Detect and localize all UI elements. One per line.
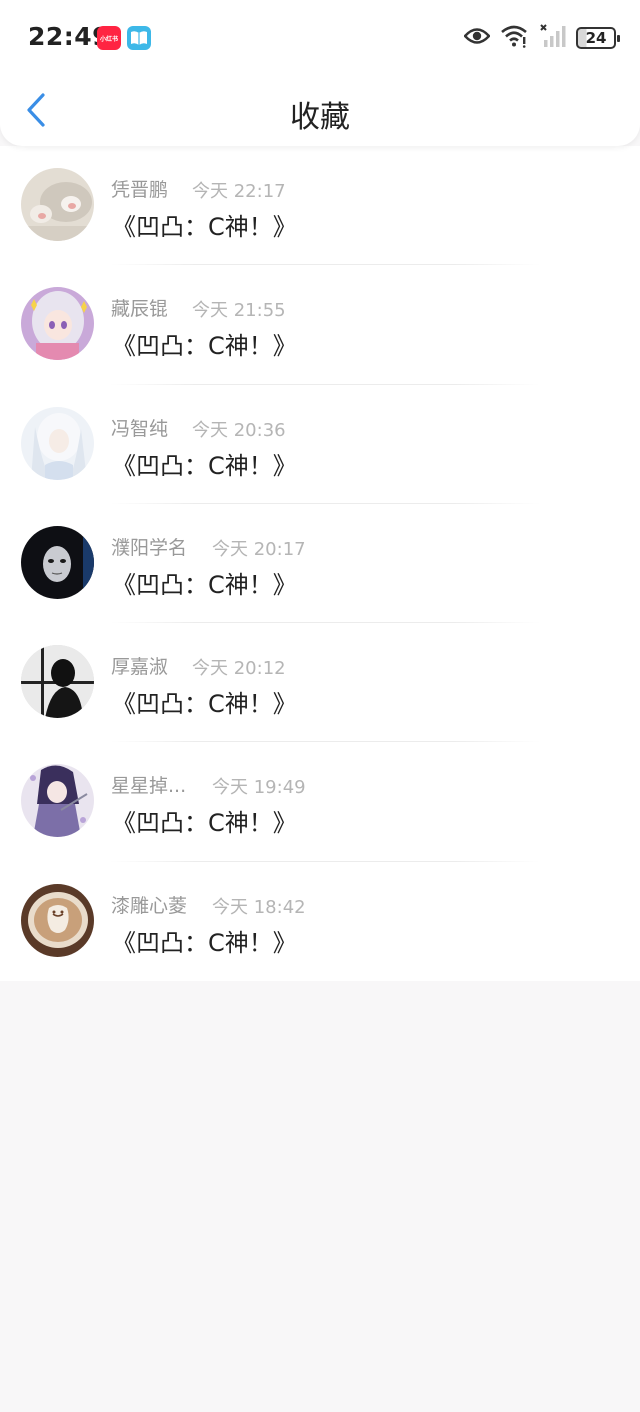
book-app-icon (127, 26, 151, 50)
avatar[interactable] (21, 406, 94, 480)
avatar[interactable] (21, 287, 94, 361)
status-bar: 22:49 小红书 24 (0, 0, 640, 76)
header: 22:49 小红书 24 收藏 (0, 0, 640, 146)
timestamp: 今天 18:42 (212, 896, 306, 918)
message-text: 《凹凸：C神！》 (112, 451, 297, 480)
favorites-list: 凭晋鹏 今天 22:17 《凹凸：C神！》 藏辰锟 今天 21:55 《凹凸：C… (0, 146, 640, 982)
avatar[interactable] (21, 645, 94, 719)
user-name: 厚嘉淑 (111, 656, 169, 679)
message-text: 《凹凸：C神！》 (112, 928, 297, 957)
user-name: 星星掉... (111, 775, 187, 798)
message-text: 《凹凸：C神！》 (112, 809, 297, 838)
user-name: 凭晋鹏 (111, 179, 169, 201)
user-name: 冯智纯 (111, 417, 169, 440)
xiaohongshu-icon-label: 小红书 (99, 35, 118, 43)
avatar[interactable] (21, 883, 94, 957)
timestamp: 今天 20:17 (212, 538, 306, 560)
user-name: 漆雕心菱 (111, 894, 188, 917)
timestamp: 今天 22:17 (192, 181, 286, 202)
eye-icon (463, 27, 491, 49)
list-item[interactable]: 厚嘉淑 今天 20:12 《凹凸：C神！》 (0, 623, 640, 743)
status-icons: 24 (463, 24, 620, 52)
signal-icon (540, 24, 566, 52)
avatar[interactable] (21, 764, 94, 838)
nav-bar: 收藏 (0, 76, 640, 146)
user-name: 濮阳学名 (111, 536, 188, 559)
battery-icon: 24 (576, 27, 620, 49)
timestamp: 今天 20:12 (192, 658, 286, 680)
user-name: 藏辰锟 (111, 298, 169, 321)
wifi-icon (500, 24, 530, 52)
list-item[interactable]: 藏辰锟 今天 21:55 《凹凸：C神！》 (0, 265, 640, 385)
avatar[interactable] (21, 525, 94, 599)
timestamp: 今天 19:49 (212, 777, 306, 799)
timestamp: 今天 20:36 (192, 419, 286, 441)
list-item[interactable]: 冯智纯 今天 20:36 《凹凸：C神！》 (0, 385, 640, 504)
message-text: 《凹凸：C神！》 (112, 213, 297, 241)
message-text: 《凹凸：C神！》 (112, 690, 297, 719)
message-text: 《凹凸：C神！》 (112, 570, 297, 599)
list-item[interactable]: 星星掉... 今天 19:49 《凹凸：C神！》 (0, 742, 640, 862)
xiaohongshu-icon: 小红书 (97, 26, 121, 50)
message-text: 《凹凸：C神！》 (112, 332, 297, 361)
list-item[interactable]: 濮阳学名 今天 20:17 《凹凸：C神！》 (0, 504, 640, 624)
list-item[interactable]: 漆雕心菱 今天 18:42 《凹凸：C神！》 (0, 862, 640, 981)
list-item[interactable]: 凭晋鹏 今天 22:17 《凹凸：C神！》 (0, 146, 640, 266)
timestamp: 今天 21:55 (192, 300, 286, 322)
battery-level: 24 (585, 29, 607, 47)
avatar[interactable] (21, 168, 94, 241)
page-title: 收藏 (290, 100, 350, 135)
